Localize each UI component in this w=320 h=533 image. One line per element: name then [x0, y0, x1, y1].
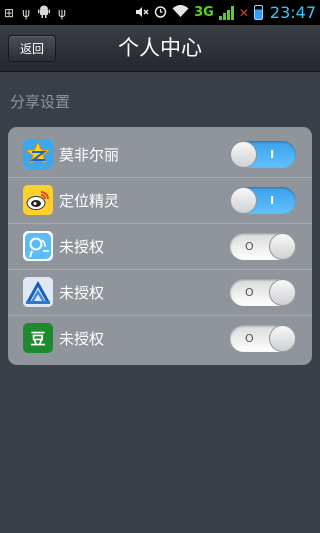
- add-notification-icon: ⊞: [4, 5, 15, 20]
- no-sim-icon: ✕: [238, 5, 249, 20]
- share-settings-list: 莫非尔丽 I 定位精灵 I 未授权 O 未授权 O 豆 未授权 O: [8, 127, 312, 365]
- alarm-icon: [154, 5, 167, 20]
- network-type: 3G: [194, 5, 214, 20]
- share-toggle[interactable]: O: [230, 232, 296, 260]
- share-toggle[interactable]: I: [230, 140, 296, 168]
- list-item: 莫非尔丽 I: [8, 131, 312, 177]
- list-item: 定位精灵 I: [8, 177, 312, 223]
- list-item: 未授权 O: [8, 223, 312, 269]
- back-button[interactable]: 返回: [8, 35, 56, 62]
- list-item-label: 定位精灵: [59, 191, 120, 210]
- douban-icon: 豆: [23, 323, 53, 353]
- battery-icon: [253, 5, 263, 20]
- renren-icon: [23, 277, 53, 307]
- share-toggle[interactable]: O: [230, 278, 296, 306]
- share-toggle[interactable]: O: [230, 324, 296, 352]
- list-item: 未授权 O: [8, 269, 312, 315]
- title-bar: 个人中心 返回: [0, 25, 320, 72]
- list-item-label: 未授权: [59, 283, 105, 302]
- qzone-icon: [23, 139, 53, 169]
- usb-debug-icon: ψ: [57, 5, 66, 20]
- status-bar: ⊞ ψ ψ 3G ✕ 23:47: [0, 0, 320, 25]
- list-item-label: 莫非尔丽: [59, 145, 120, 164]
- list-item-label: 未授权: [59, 329, 105, 348]
- android-icon: [37, 5, 50, 20]
- signal-icon: [218, 5, 234, 20]
- toggle-knob: [230, 186, 257, 214]
- usb-icon: ψ: [22, 5, 30, 20]
- toggle-knob: [269, 232, 296, 260]
- list-item-label: 未授权: [59, 237, 105, 256]
- mute-icon: [135, 6, 149, 20]
- tencent-weibo-icon: [23, 231, 53, 261]
- weibo-icon: [23, 185, 53, 215]
- wifi-icon: [172, 5, 189, 20]
- list-item: 豆 未授权 O: [8, 315, 312, 361]
- share-toggle[interactable]: I: [230, 186, 296, 214]
- section-title: 分享设置: [10, 93, 71, 111]
- toggle-knob: [230, 140, 257, 168]
- status-time: 23:47: [269, 3, 316, 22]
- toggle-knob: [269, 324, 296, 352]
- toggle-knob: [269, 278, 296, 306]
